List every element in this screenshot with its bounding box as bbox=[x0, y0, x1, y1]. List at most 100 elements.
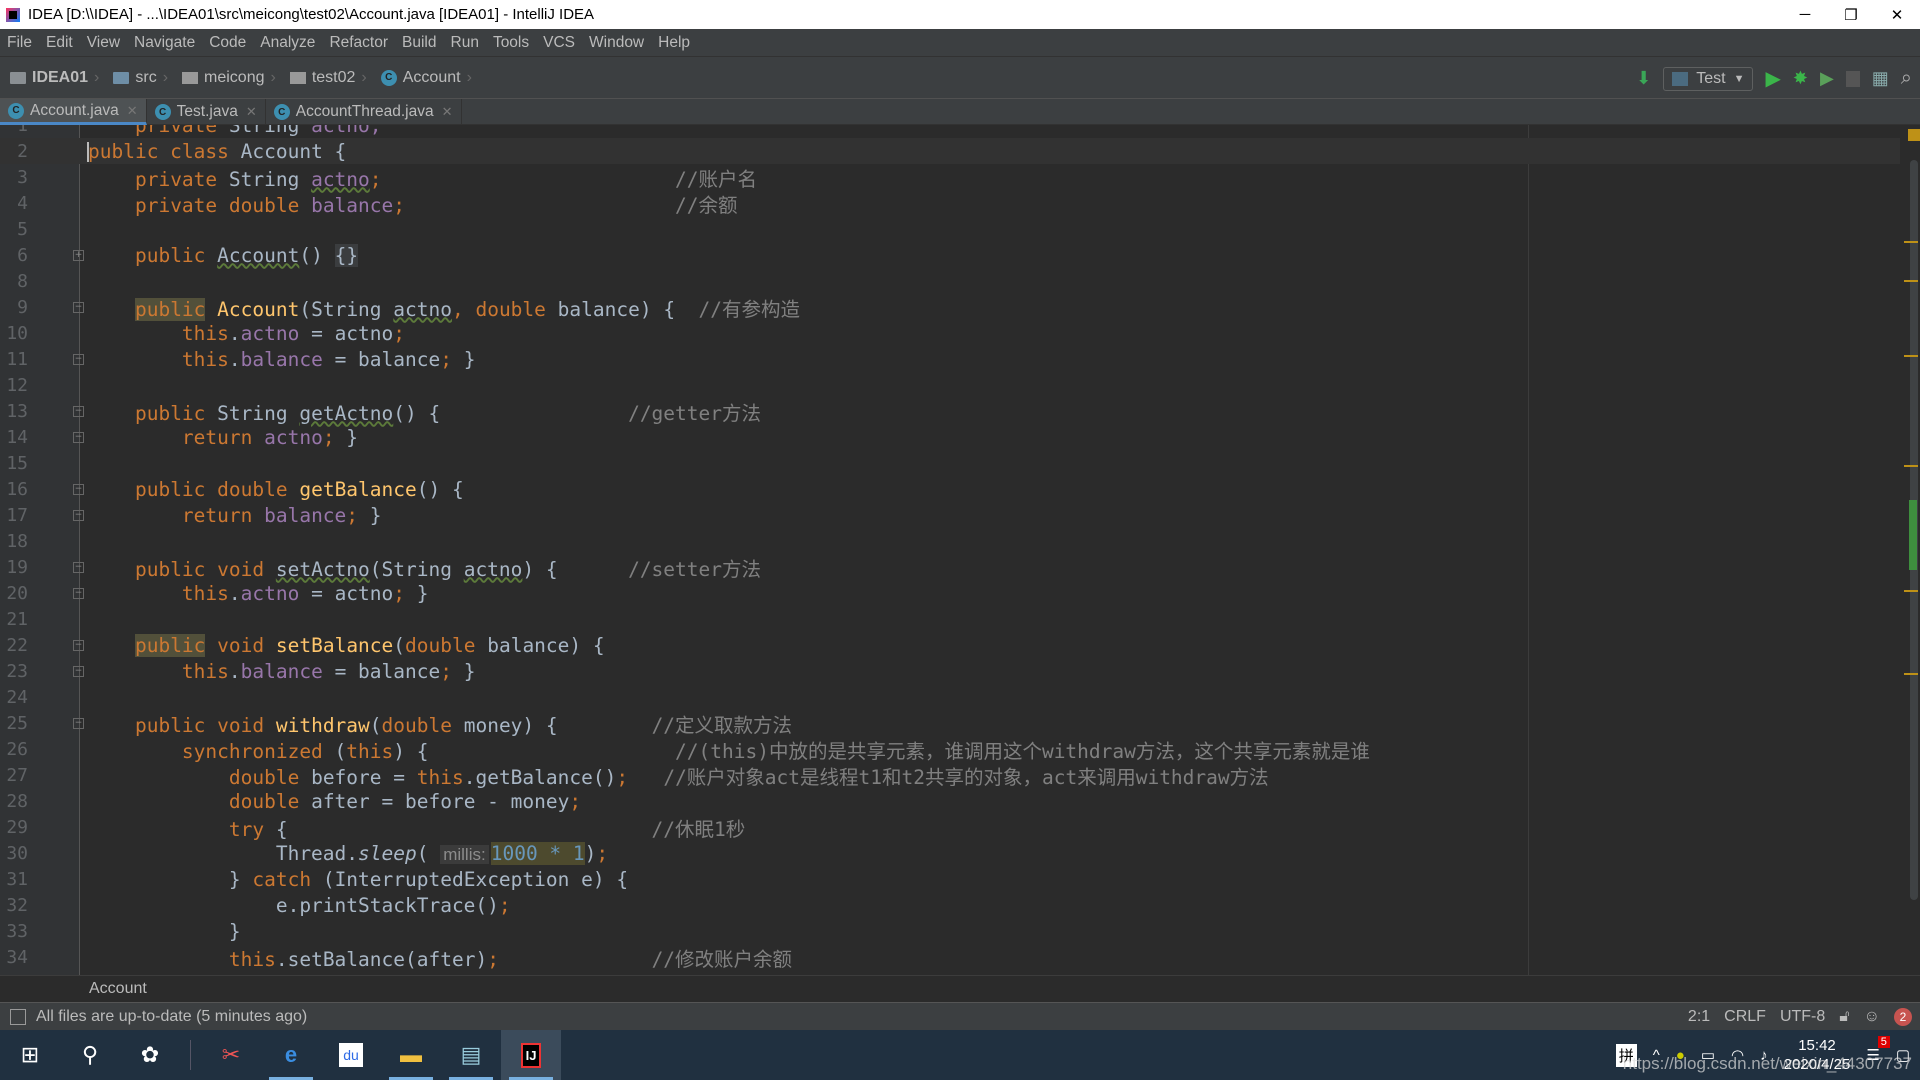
crumb-test02[interactable]: test02 › bbox=[280, 69, 371, 87]
line-separator[interactable]: CRLF bbox=[1724, 1008, 1766, 1026]
collapse-fold-icon[interactable]: − bbox=[73, 483, 84, 495]
code-line[interactable]: 10 this.actno = actno; bbox=[0, 320, 1900, 346]
crumb-meicong[interactable]: meicong › bbox=[172, 69, 280, 87]
crumb-account[interactable]: C Account › bbox=[371, 69, 476, 87]
project-structure-icon[interactable]: ▦ bbox=[1872, 68, 1889, 89]
stop-icon[interactable] bbox=[1845, 70, 1860, 87]
restore-button[interactable]: ❐ bbox=[1828, 0, 1874, 29]
collapse-fold-icon[interactable]: − bbox=[73, 665, 84, 677]
minimize-button[interactable]: ─ bbox=[1782, 0, 1828, 29]
collapse-fold-icon[interactable]: − bbox=[73, 353, 84, 365]
caret-position[interactable]: 2:1 bbox=[1688, 1008, 1710, 1026]
coverage-icon[interactable]: ▶ bbox=[1820, 68, 1834, 89]
menu-navigate[interactable]: Navigate bbox=[127, 34, 202, 52]
editor-scrollbar[interactable] bbox=[1904, 125, 1920, 975]
intellij-taskbar-icon[interactable]: IJ bbox=[501, 1030, 561, 1080]
search-icon[interactable]: ⌕ bbox=[1901, 67, 1912, 90]
code-line[interactable]: 34 this.setBalance(after); //修改账户余额 bbox=[0, 944, 1900, 971]
file-encoding[interactable]: UTF-8 bbox=[1780, 1008, 1825, 1026]
code-line[interactable]: 2 public class Account { bbox=[0, 138, 1900, 164]
file-explorer-icon[interactable]: ▬ bbox=[381, 1030, 441, 1080]
code-line[interactable]: 13 − public String getActno() { //getter方… bbox=[0, 398, 1900, 425]
close-button[interactable]: ✕ bbox=[1874, 0, 1920, 29]
code-line[interactable]: 9 − public Account(String actno, double b… bbox=[0, 294, 1900, 321]
menu-run[interactable]: Run bbox=[444, 34, 486, 52]
collapse-fold-icon[interactable]: − bbox=[73, 561, 84, 573]
close-tab-icon[interactable]: ✕ bbox=[442, 104, 453, 120]
code-line[interactable]: 16 − public double getBalance() { bbox=[0, 476, 1900, 502]
structure-breadcrumb[interactable]: Account bbox=[0, 975, 1920, 1002]
code-line[interactable]: 20 − this.actno = actno; } bbox=[0, 580, 1900, 606]
code-line[interactable]: 18 bbox=[0, 528, 1900, 554]
run-config-select[interactable]: Test ▼ bbox=[1663, 66, 1754, 91]
menu-file[interactable]: File bbox=[0, 34, 39, 52]
code-line[interactable]: 14 − return actno; } bbox=[0, 424, 1900, 450]
close-tab-icon[interactable]: ✕ bbox=[127, 103, 138, 119]
expand-fold-icon[interactable]: + bbox=[73, 249, 84, 261]
code-line[interactable]: 31 } catch (InterruptedException e) { bbox=[0, 866, 1900, 892]
start-button[interactable]: ⊞ bbox=[0, 1030, 60, 1080]
search-button[interactable]: ⚲ bbox=[60, 1030, 120, 1080]
inspector-icon[interactable]: ☺ bbox=[1864, 1008, 1880, 1026]
code-line[interactable]: 22 − public void setBalance(double balanc… bbox=[0, 632, 1900, 658]
code-line[interactable]: 17 − return balance; } bbox=[0, 502, 1900, 528]
code-line[interactable]: 28 double after = before - money; bbox=[0, 788, 1900, 814]
menu-code[interactable]: Code bbox=[202, 34, 253, 52]
collapse-fold-icon[interactable]: − bbox=[73, 301, 84, 313]
code-line[interactable]: 25 − public void withdraw(double money) {… bbox=[0, 710, 1900, 737]
collapse-fold-icon[interactable]: − bbox=[73, 639, 84, 651]
menu-help[interactable]: Help bbox=[651, 34, 697, 52]
collapse-fold-icon[interactable]: − bbox=[73, 405, 84, 417]
tool-window-toggle-icon[interactable] bbox=[10, 1008, 26, 1025]
code-line[interactable]: 26 synchronized (this) { //(this)中放的是共享元… bbox=[0, 736, 1900, 763]
menu-refactor[interactable]: Refactor bbox=[322, 34, 395, 52]
notepad-icon[interactable]: ▤ bbox=[441, 1030, 501, 1080]
baidu-icon[interactable]: du bbox=[321, 1030, 381, 1080]
code-line[interactable]: 11 − this.balance = balance; } bbox=[0, 346, 1900, 372]
code-editor[interactable]: 1 private String actno; 2 public class Acc… bbox=[0, 125, 1920, 975]
code-line[interactable]: 33 } bbox=[0, 918, 1900, 944]
code-line[interactable]: 12 bbox=[0, 372, 1900, 398]
code-line[interactable]: 27 double before = this.getBalance(); //… bbox=[0, 762, 1900, 789]
code-line[interactable]: 5 bbox=[0, 216, 1900, 242]
code-line[interactable]: 23 − this.balance = balance; } bbox=[0, 658, 1900, 684]
run-icon[interactable]: ▶ bbox=[1765, 66, 1780, 91]
code-line[interactable]: 21 bbox=[0, 606, 1900, 632]
tab-account-java[interactable]: C Account.java ✕ bbox=[0, 99, 147, 125]
snipping-tool-icon[interactable]: ✂ bbox=[201, 1030, 261, 1080]
code-line[interactable]: 19 − public void setActno(String actno) {… bbox=[0, 554, 1900, 581]
code-line[interactable]: 30 Thread.sleep( millis: 1000 * 1); bbox=[0, 840, 1900, 866]
build-icon[interactable]: ⬇ bbox=[1636, 68, 1651, 89]
menu-build[interactable]: Build bbox=[395, 34, 443, 52]
debug-icon[interactable]: ✸ bbox=[1793, 68, 1808, 89]
menu-edit[interactable]: Edit bbox=[39, 34, 80, 52]
breadcrumb-class[interactable]: Account bbox=[89, 980, 147, 998]
collapse-fold-icon[interactable]: − bbox=[73, 717, 84, 729]
lock-icon[interactable]: 🔓︎ bbox=[1839, 1008, 1849, 1026]
code-line[interactable]: 8 bbox=[0, 268, 1900, 294]
menu-analyze[interactable]: Analyze bbox=[253, 34, 322, 52]
collapse-fold-icon[interactable]: − bbox=[73, 431, 84, 443]
menu-vcs[interactable]: VCS bbox=[536, 34, 582, 52]
code-line[interactable]: 1 private String actno; bbox=[0, 125, 1900, 138]
menu-view[interactable]: View bbox=[80, 34, 127, 52]
code-line[interactable]: 4 private double balance; //余额 bbox=[0, 190, 1900, 217]
tab-accountthread-java[interactable]: C AccountThread.java ✕ bbox=[266, 99, 462, 125]
code-line[interactable]: 24 bbox=[0, 684, 1900, 710]
code-line[interactable]: 15 bbox=[0, 450, 1900, 476]
menu-window[interactable]: Window bbox=[582, 34, 651, 52]
event-log-badge[interactable]: 2 bbox=[1894, 1007, 1912, 1026]
menu-tools[interactable]: Tools bbox=[486, 34, 536, 52]
task-view-button[interactable]: ✿ bbox=[120, 1030, 180, 1080]
tab-test-java[interactable]: C Test.java ✕ bbox=[147, 99, 266, 125]
code-line[interactable]: 32 e.printStackTrace(); bbox=[0, 892, 1900, 918]
collapse-fold-icon[interactable]: − bbox=[73, 509, 84, 521]
crumb-src[interactable]: src › bbox=[103, 69, 172, 87]
code-line[interactable]: 6 + public Account() {} bbox=[0, 242, 1900, 268]
crumb-project[interactable]: IDEA01 › bbox=[0, 69, 103, 87]
code-line[interactable]: 3 private String actno; //账户名 bbox=[0, 164, 1900, 191]
close-tab-icon[interactable]: ✕ bbox=[246, 104, 257, 120]
code-line[interactable]: 29 try { //休眠1秒 bbox=[0, 814, 1900, 841]
edge-icon[interactable]: e bbox=[261, 1030, 321, 1080]
collapse-fold-icon[interactable]: − bbox=[73, 587, 84, 599]
